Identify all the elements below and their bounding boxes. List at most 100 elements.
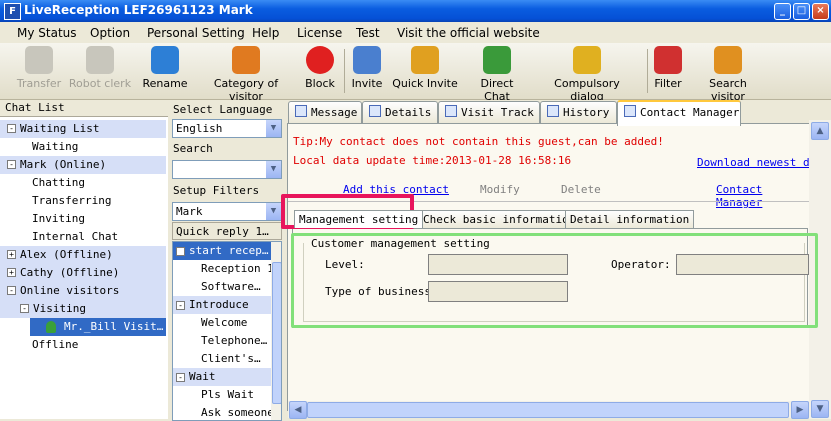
tree-item-chatting[interactable]: Chatting (0, 174, 166, 192)
tree-item-visitor-bill[interactable]: Mr._Bill Visit… (30, 318, 166, 336)
filters-select[interactable]: Mark ▼ (172, 202, 282, 221)
tree-item-offline[interactable]: Offline (0, 336, 166, 354)
quick-reply-item[interactable]: Client's… (173, 350, 271, 368)
menu-visit-website[interactable]: Visit the official website (397, 26, 540, 40)
scroll-right-icon[interactable]: ▶ (791, 401, 809, 419)
rename-button[interactable]: Rename (141, 46, 189, 90)
compulsory-dialog-icon (573, 46, 601, 74)
maximize-button[interactable]: □ (793, 3, 810, 20)
menu-option[interactable]: Option (90, 26, 130, 40)
quick-reply-item[interactable]: Telephone… (173, 332, 271, 350)
filter-button[interactable]: Filter (653, 46, 683, 90)
tree-group-visiting[interactable]: - Visiting (0, 300, 166, 318)
category-of-visitor-button[interactable]: Category of visitor (196, 46, 296, 103)
rename-icon (151, 46, 179, 74)
menu-test[interactable]: Test (356, 26, 380, 40)
tab-contact-manager[interactable]: Contact Manager (617, 100, 741, 126)
search-visitor-button[interactable]: Search visitor (691, 46, 765, 103)
quick-reply-header[interactable]: Quick reply 1… (172, 222, 282, 240)
invite-button[interactable]: Invite (349, 46, 385, 90)
quick-reply-item[interactable]: Welcome (173, 314, 271, 332)
chat-list-panel: Chat List - Waiting List Waiting - Mark (O… (0, 100, 169, 419)
transfer-icon (25, 46, 53, 74)
menu-personal-setting[interactable]: Personal Setting (147, 26, 245, 40)
compulsory-dialog-button[interactable]: Compulsory dialog (536, 46, 638, 103)
scroll-left-icon[interactable]: ◀ (289, 401, 307, 419)
quick-reply-item[interactable]: Reception 1 (173, 260, 271, 278)
quick-reply-group-wait[interactable]: - Wait (173, 368, 271, 386)
close-button[interactable]: × (812, 3, 829, 20)
transfer-button[interactable]: Transfer (16, 46, 62, 90)
scroll-down-icon[interactable]: ▼ (811, 400, 829, 418)
menu-help[interactable]: Help (252, 26, 279, 40)
subtab-detail-information[interactable]: Detail information (565, 210, 695, 228)
collapse-icon[interactable]: - (7, 286, 16, 295)
robot-icon (86, 46, 114, 74)
tab-details[interactable]: Details (362, 101, 438, 123)
language-label: Select Language (173, 103, 273, 116)
menu-bar: My Status Option Personal Setting Help L… (0, 22, 831, 43)
direct-chat-button[interactable]: Direct Chat (466, 46, 528, 103)
search-label: Search (173, 142, 213, 155)
visit-track-icon (445, 105, 457, 117)
chat-list-header: Chat List (0, 100, 168, 117)
quick-invite-button[interactable]: Quick Invite (392, 46, 458, 90)
collapse-icon[interactable]: - (7, 124, 16, 133)
scroll-up-icon[interactable]: ▲ (811, 122, 829, 140)
quick-reply-item[interactable]: Ask someone… (173, 404, 271, 420)
tab-history[interactable]: History (540, 101, 617, 123)
quick-reply-item[interactable]: Software… (173, 278, 271, 296)
collapse-icon[interactable]: - (20, 304, 29, 313)
expand-icon[interactable]: + (7, 268, 16, 277)
tree-item-inviting[interactable]: Inviting (0, 210, 166, 228)
horizontal-scrollbar[interactable]: ◀ ▶ (288, 401, 809, 419)
subtab-check-basic-information[interactable]: Check basic information (418, 210, 581, 228)
toolbar-separator (344, 49, 345, 93)
tab-message[interactable]: Message (288, 101, 362, 123)
scrollbar-thumb[interactable] (307, 402, 789, 418)
subtab-management-setting[interactable]: Management setting (294, 210, 424, 228)
menu-license[interactable]: License (297, 26, 342, 40)
tree-group-online-visitors[interactable]: - Online visitors (0, 282, 166, 300)
delete-link[interactable]: Delete (561, 183, 601, 196)
collapse-icon[interactable]: - (176, 373, 185, 382)
tab-visit-track[interactable]: Visit Track (438, 101, 540, 123)
collapse-icon[interactable]: - (176, 247, 185, 256)
collapse-icon[interactable]: - (176, 301, 185, 310)
collapse-icon[interactable]: - (7, 160, 16, 169)
minimize-button[interactable]: _ (774, 3, 791, 20)
quick-reply-group-introduce[interactable]: - Introduce (173, 296, 271, 314)
invite-icon (353, 46, 381, 74)
toolbar-separator (647, 49, 648, 93)
quick-reply-list: - start recep… Reception 1 Software… - Int… (172, 241, 282, 421)
contact-manager-link[interactable]: Contact Manager (716, 183, 810, 209)
quick-reply-group-start-reception[interactable]: - start recep… (173, 242, 271, 260)
quick-reply-item[interactable]: Pls Wait (173, 386, 271, 404)
menu-my-status[interactable]: My Status (17, 26, 77, 40)
block-button[interactable]: Block (302, 46, 338, 90)
scrollbar-thumb[interactable] (272, 262, 281, 404)
chevron-down-icon: ▼ (266, 161, 281, 178)
category-icon (232, 46, 260, 74)
details-icon (369, 105, 381, 117)
download-newest-data-link[interactable]: Download newest dat (697, 156, 810, 169)
tree-item-waiting[interactable]: Waiting (0, 138, 166, 156)
tree-group-alex[interactable]: + Alex (Offline) (0, 246, 166, 264)
filter-icon (654, 46, 682, 74)
robot-clerk-button[interactable]: Robot clerk (68, 46, 132, 90)
tree-group-cathy[interactable]: + Cathy (Offline) (0, 264, 166, 282)
highlight-box-green (291, 233, 818, 328)
contact-manager-icon (624, 105, 636, 117)
modify-link[interactable]: Modify (480, 183, 520, 196)
quick-reply-scrollbar[interactable] (271, 242, 281, 420)
language-select[interactable]: English ▼ (172, 119, 282, 138)
expand-icon[interactable]: + (7, 250, 16, 259)
direct-chat-icon (483, 46, 511, 74)
search-select[interactable]: ▼ (172, 160, 282, 179)
tree-item-internal-chat[interactable]: Internal Chat (0, 228, 166, 246)
update-time-text: Local data update time:2013-01-28 16:58:… (293, 154, 572, 167)
tree-item-transferring[interactable]: Transferring (0, 192, 166, 210)
tree-group-waiting-list[interactable]: - Waiting List (0, 120, 166, 138)
tree-group-mark[interactable]: - Mark (Online) (0, 156, 166, 174)
toolbar: Transfer Robot clerk Rename Category of … (0, 43, 831, 103)
